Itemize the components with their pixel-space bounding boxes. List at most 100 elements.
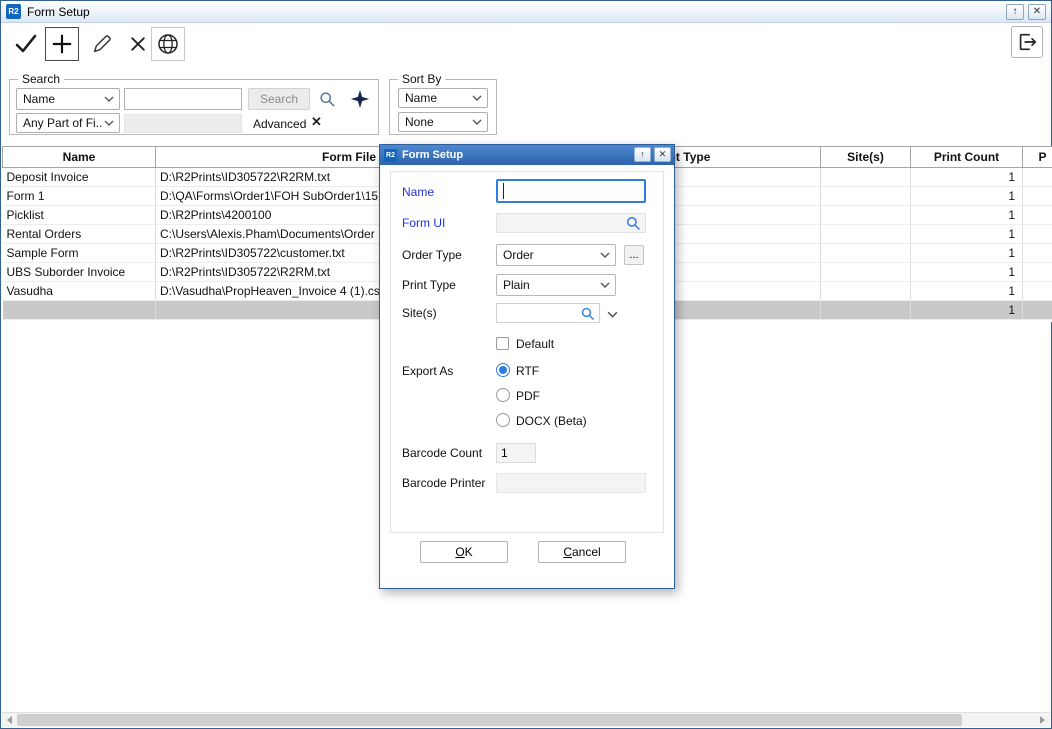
delete-button[interactable] xyxy=(121,27,155,61)
order-type-dropdown[interactable]: Order xyxy=(496,244,616,266)
cell-p xyxy=(1023,168,1052,187)
print-type-value: Plain xyxy=(503,278,530,292)
text-caret xyxy=(503,183,504,199)
export-rtf-radio[interactable] xyxy=(496,363,510,377)
cell-name: Rental Orders xyxy=(3,225,156,244)
cell-print-count: 1 xyxy=(911,263,1023,282)
export-pdf-radio[interactable] xyxy=(496,388,510,402)
check-icon xyxy=(14,32,38,56)
cell-sites xyxy=(821,225,911,244)
form-ui-field[interactable] xyxy=(496,213,646,233)
cancel-button[interactable]: Cancel xyxy=(538,541,626,563)
r2-logo-icon: R2 xyxy=(384,149,397,162)
col-header-name[interactable]: Name xyxy=(3,147,156,168)
sites-label: Site(s) xyxy=(402,306,437,320)
restore-button[interactable]: ↑ xyxy=(1006,4,1024,20)
horizontal-scrollbar[interactable] xyxy=(2,712,1050,727)
edit-button[interactable] xyxy=(85,27,119,61)
order-type-more-button[interactable]: ... xyxy=(624,245,644,265)
barcode-printer-field[interactable] xyxy=(496,473,646,493)
x-icon xyxy=(128,34,148,54)
exit-button[interactable] xyxy=(1011,26,1043,58)
ok-button[interactable]: OK xyxy=(420,541,508,563)
scroll-left-button[interactable] xyxy=(2,713,17,727)
plus-icon xyxy=(51,33,73,55)
name-field[interactable] xyxy=(496,179,646,203)
scrollbar-thumb[interactable] xyxy=(17,714,962,726)
cell-name: Deposit Invoice xyxy=(3,168,156,187)
cell-print-count: 1 xyxy=(911,225,1023,244)
barcode-count-field[interactable] xyxy=(496,443,536,463)
print-type-label: Print Type xyxy=(402,278,456,292)
smart-search-button[interactable] xyxy=(346,86,374,112)
cell-p xyxy=(1023,282,1052,301)
advanced-clear-icon[interactable]: ✕ xyxy=(311,114,322,130)
col-header-print-count[interactable]: Print Count xyxy=(911,147,1023,168)
sites-field[interactable] xyxy=(496,303,600,323)
search-input[interactable] xyxy=(124,88,242,110)
col-header-sites[interactable]: Site(s) xyxy=(821,147,911,168)
form-setup-dialog: R2 Form Setup ↑ ✕ Name Form UI Order Typ… xyxy=(379,144,675,589)
cell-p xyxy=(1023,263,1052,282)
chevron-down-icon xyxy=(104,120,114,126)
cell-sites xyxy=(821,206,911,225)
dialog-restore-button[interactable]: ↑ xyxy=(634,147,651,162)
cell-p xyxy=(1023,206,1052,225)
cell-name: Form 1 xyxy=(3,187,156,206)
default-checkbox[interactable] xyxy=(496,337,509,350)
add-button[interactable] xyxy=(45,27,79,61)
sites-input[interactable] xyxy=(497,306,579,320)
cell-p xyxy=(1023,244,1052,263)
search-match-value: Any Part of Fi... xyxy=(23,116,103,130)
cell-print-count: 1 xyxy=(911,206,1023,225)
export-docx-radio[interactable] xyxy=(496,413,510,427)
cell-p xyxy=(1023,301,1052,320)
dialog-close-button[interactable]: ✕ xyxy=(654,147,671,162)
cell-name: Picklist xyxy=(3,206,156,225)
search-icon[interactable] xyxy=(624,214,642,232)
toolbar xyxy=(1,24,1051,66)
confirm-button[interactable] xyxy=(9,27,43,61)
close-button[interactable]: ✕ xyxy=(1028,4,1046,20)
cell-p xyxy=(1023,225,1052,244)
export-rtf-label[interactable]: RTF xyxy=(516,364,539,378)
export-docx-label[interactable]: DOCX (Beta) xyxy=(516,414,587,428)
web-button[interactable] xyxy=(151,27,185,61)
form-ui-label: Form UI xyxy=(402,216,445,230)
order-type-label: Order Type xyxy=(402,248,462,262)
export-pdf-label[interactable]: PDF xyxy=(516,389,540,403)
window-titlebar: R2 Form Setup ↑ ✕ xyxy=(1,1,1051,23)
cell-print-count: 1 xyxy=(911,187,1023,206)
chevron-down-icon xyxy=(600,282,610,288)
search-icon[interactable] xyxy=(579,305,596,322)
cell-print-count: 1 xyxy=(911,301,1023,320)
sort-primary-dropdown[interactable]: Name xyxy=(398,88,488,108)
dialog-title: Form Setup xyxy=(402,149,463,161)
form-ui-input[interactable] xyxy=(497,216,624,230)
scroll-left-icon xyxy=(7,716,12,724)
sort-primary-value: Name xyxy=(405,91,437,105)
search-button[interactable]: Search xyxy=(248,88,310,110)
cell-name: UBS Suborder Invoice xyxy=(3,263,156,282)
search-magnifier-button[interactable] xyxy=(316,89,338,109)
sort-by-group: Sort By Name None xyxy=(389,79,497,135)
chevron-down-icon xyxy=(472,119,482,125)
dialog-controls: ↑ ✕ xyxy=(634,147,671,162)
sparkle-icon xyxy=(349,88,371,110)
col-header-p[interactable]: P xyxy=(1023,147,1052,168)
window-title: Form Setup xyxy=(27,5,90,19)
search-match-dropdown[interactable]: Any Part of Fi... xyxy=(16,113,120,133)
search-icon xyxy=(317,89,337,109)
scroll-right-button[interactable] xyxy=(1035,713,1050,727)
advanced-link[interactable]: Advanced xyxy=(253,117,306,131)
print-type-dropdown[interactable]: Plain xyxy=(496,274,616,296)
cell-sites xyxy=(821,168,911,187)
search-secondary-input[interactable] xyxy=(124,114,242,133)
name-label: Name xyxy=(402,185,434,199)
sort-by-group-label: Sort By xyxy=(398,72,445,86)
search-group: Search Name Search Any Part of Fi... Adv… xyxy=(9,79,379,135)
sort-secondary-dropdown[interactable]: None xyxy=(398,112,488,132)
search-field-dropdown[interactable]: Name xyxy=(16,88,120,110)
cell-sites xyxy=(821,187,911,206)
sites-chevron-icon[interactable] xyxy=(607,311,618,318)
